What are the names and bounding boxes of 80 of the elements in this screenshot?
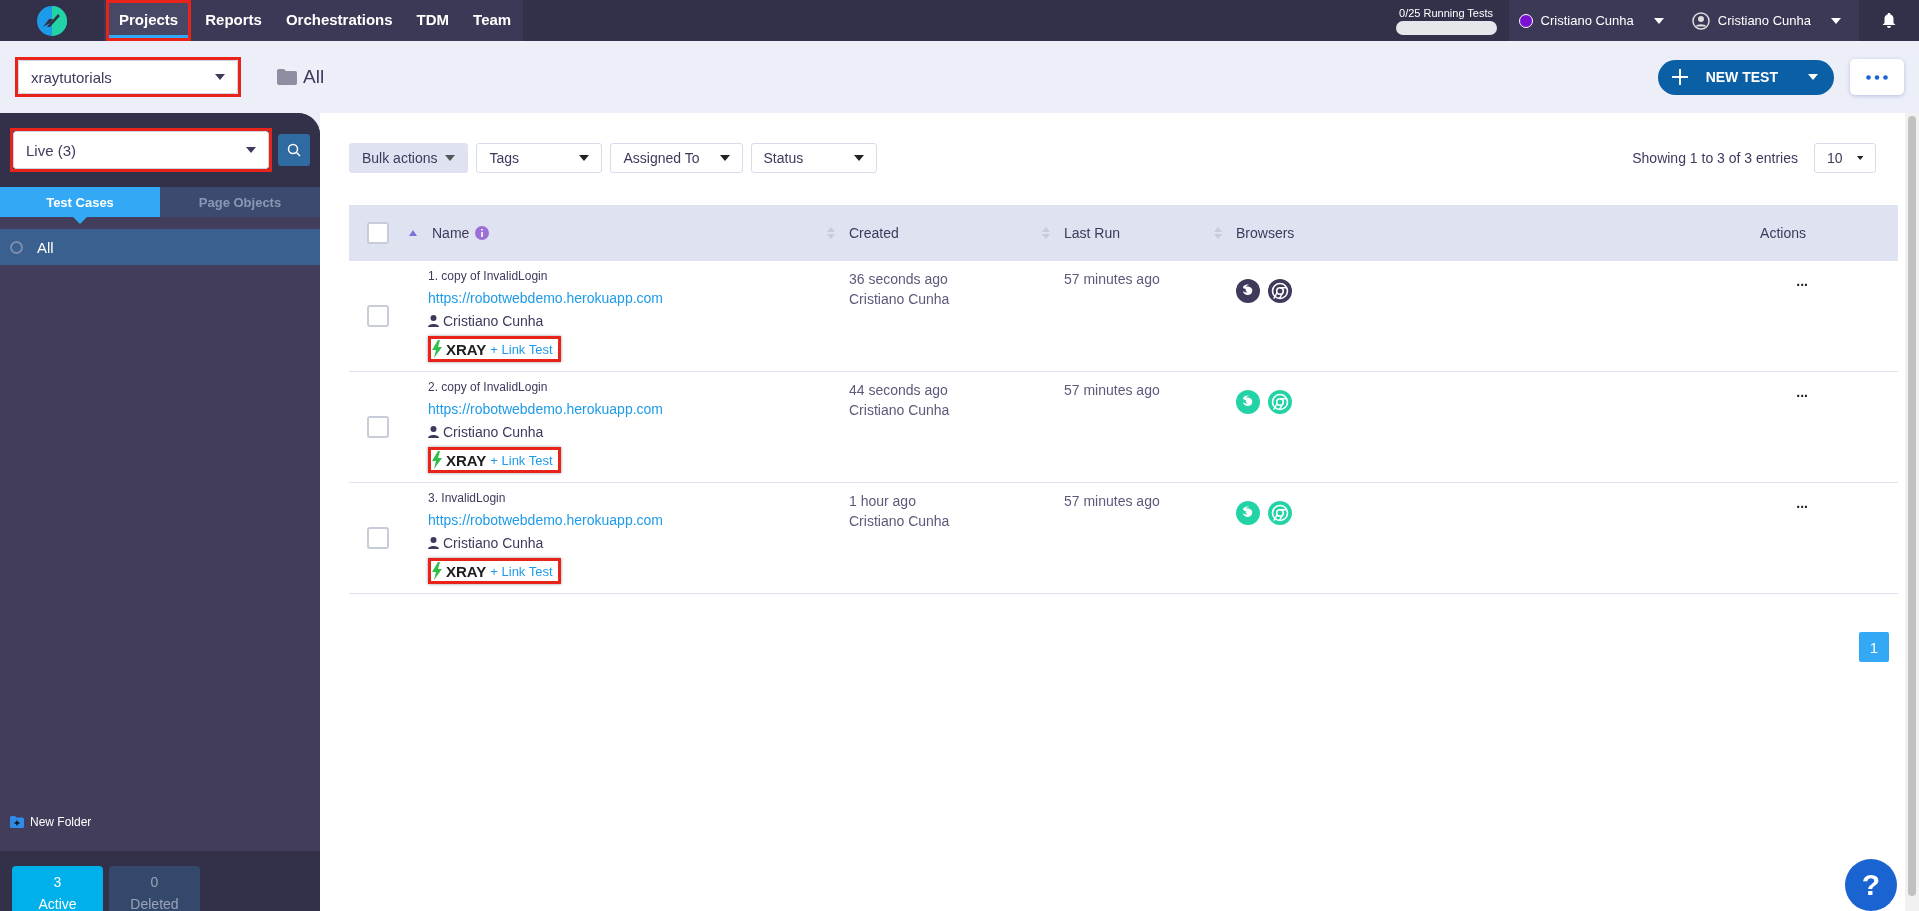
plus-icon [1671,69,1688,85]
created-time: 36 seconds ago [849,271,948,287]
caret-icon [246,147,256,153]
xray-logo-text: XRAY [446,340,487,358]
row-actions-button[interactable]: ... [1796,273,1808,289]
person-icon [428,537,439,549]
nav-tab[interactable]: Projects [109,3,189,38]
caret-icon [1831,17,1841,24]
new-test-button[interactable]: NEW TEST [1657,59,1834,95]
test-name: 2. copy of InvalidLogin [428,380,548,394]
xray-logo-text: XRAY [446,562,487,580]
bolt-icon [432,340,442,358]
column-header[interactable]: Created [849,225,899,241]
last-run-time: 57 minutes ago [1064,493,1160,509]
bolt-icon [432,451,442,469]
avatar-icon [1691,11,1710,30]
user-menu[interactable]: Cristiano Cunha [1508,0,1682,41]
help-button[interactable]: ? [1845,859,1897,911]
column-header[interactable]: Browsers [1236,225,1295,241]
filter-select[interactable]: Live (3) [13,131,269,169]
nav-tab[interactable]: Orchestrations [275,3,403,38]
owner-name: Cristiano Cunha [443,313,544,329]
logo-icon [36,4,68,37]
owner-name: Cristiano Cunha [443,535,544,551]
column-header[interactable]: Last Run [1064,225,1121,241]
caret-icon [1653,17,1664,24]
nav-tab[interactable]: Team [463,3,522,38]
bolt-icon [432,562,442,580]
row-actions-button[interactable]: ... [1796,384,1808,400]
created-time: 1 hour ago [849,493,916,509]
new-folder-button[interactable]: New Folder [0,815,320,851]
row-checkbox[interactable] [367,416,389,438]
xray-logo-text: XRAY [446,451,487,469]
column-header[interactable]: Actions [1760,225,1806,241]
created-by: Cristiano Cunha [849,291,950,307]
folder-icon [277,69,297,85]
filter-dropdown[interactable]: Tags [476,143,603,173]
created-time: 44 seconds ago [849,382,948,398]
folder-name: All [303,66,325,88]
more-icon [1866,74,1888,80]
sort-ascending-icon[interactable] [409,230,417,236]
filter-dropdown[interactable]: Assigned To [610,143,743,173]
nav-tab[interactable]: Reports [195,3,272,38]
user-menu[interactable]: Cristiano Cunha [1681,0,1859,41]
bulk-actions-button[interactable]: Bulk actions [349,143,469,173]
person-icon [428,315,439,327]
scrollbar-thumb[interactable] [1908,116,1916,896]
test-name: 1. copy of InvalidLogin [428,269,548,283]
filter-dropdown[interactable]: Status [750,143,877,173]
select-all-checkbox[interactable] [367,222,389,244]
search-button[interactable] [278,134,310,166]
created-by: Cristiano Cunha [849,402,950,418]
folder-plus-icon [10,816,24,828]
row-checkbox[interactable] [367,305,389,327]
last-run-time: 57 minutes ago [1064,271,1160,287]
test-name: 3. InvalidLogin [428,491,506,505]
search-icon [287,143,301,157]
created-by: Cristiano Cunha [849,513,950,529]
column-header[interactable]: Name [432,225,470,241]
caret-icon [579,155,590,161]
caret-icon [853,155,864,161]
caret-icon [719,155,730,161]
status-counter[interactable]: 0 Deleted [109,866,200,911]
owner-name: Cristiano Cunha [443,424,544,440]
more-button[interactable] [1850,59,1904,95]
folder-item[interactable]: All [0,229,320,265]
caret-icon [1808,74,1818,80]
row-checkbox[interactable] [367,527,389,549]
last-run-time: 57 minutes ago [1064,382,1160,398]
page-size-select[interactable]: 10 [1814,143,1876,173]
caret-icon [1856,155,1863,161]
nav-tab[interactable]: TDM [406,3,460,38]
project-select[interactable]: xraytutorials [18,60,238,94]
row-actions-button[interactable]: ... [1796,495,1808,511]
running-tests-label: 0/25 Running Tests [1399,6,1494,19]
entries-info: Showing 1 to 3 of 3 entries [1632,150,1798,166]
bell-icon[interactable] [1882,13,1896,28]
person-icon [428,426,439,438]
caret-icon [445,155,456,161]
caret-icon [215,74,225,80]
